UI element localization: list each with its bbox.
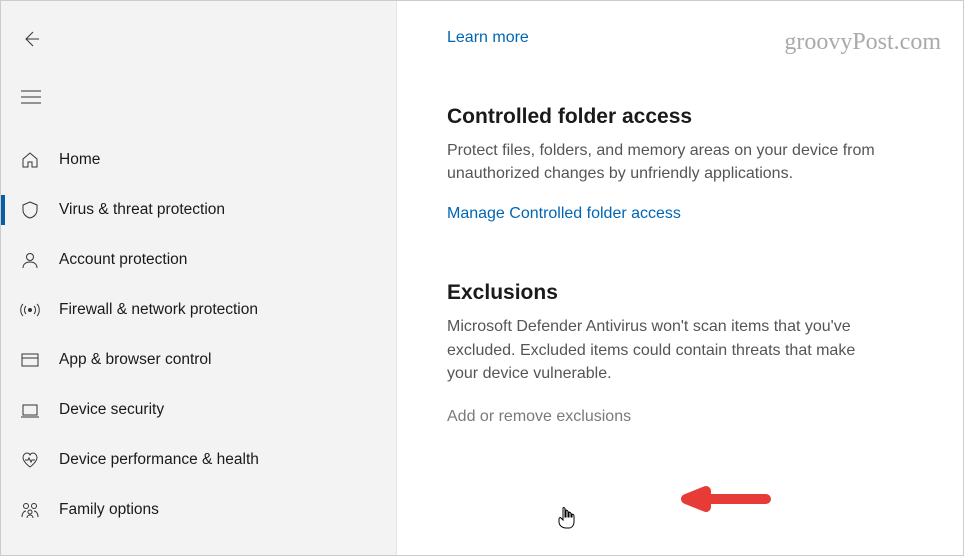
window-icon xyxy=(19,349,41,371)
nav-label: App & browser control xyxy=(59,351,212,369)
sidebar-item-firewall[interactable]: Firewall & network protection xyxy=(1,285,396,335)
sidebar: Home Virus & threat protection Account p… xyxy=(1,1,397,555)
section-heading: Exclusions xyxy=(447,281,913,305)
person-icon xyxy=(19,249,41,271)
sidebar-item-app-browser[interactable]: App & browser control xyxy=(1,335,396,385)
hamburger-menu-button[interactable] xyxy=(11,77,51,117)
section-description: Microsoft Defender Antivirus won't scan … xyxy=(447,315,887,385)
section-description: Protect files, folders, and memory areas… xyxy=(447,139,887,185)
nav-label: Firewall & network protection xyxy=(59,301,258,319)
learn-more-link[interactable]: Learn more xyxy=(447,29,529,47)
nav-list: Home Virus & threat protection Account p… xyxy=(1,135,396,535)
exclusions-section: Exclusions Microsoft Defender Antivirus … xyxy=(447,281,913,428)
nav-label: Account protection xyxy=(59,251,187,269)
nav-label: Home xyxy=(59,151,100,169)
family-icon xyxy=(19,499,41,521)
nav-label: Device security xyxy=(59,401,164,419)
controlled-folder-section: Controlled folder access Protect files, … xyxy=(447,105,913,223)
sidebar-item-home[interactable]: Home xyxy=(1,135,396,185)
sidebar-item-family[interactable]: Family options xyxy=(1,485,396,535)
antenna-icon xyxy=(19,299,41,321)
nav-label: Virus & threat protection xyxy=(59,201,225,219)
sidebar-item-account-protection[interactable]: Account protection xyxy=(1,235,396,285)
home-icon xyxy=(19,149,41,171)
nav-label: Family options xyxy=(59,501,159,519)
hamburger-icon xyxy=(21,90,41,104)
back-button[interactable] xyxy=(11,19,51,59)
sidebar-item-device-security[interactable]: Device security xyxy=(1,385,396,435)
manage-controlled-folder-link[interactable]: Manage Controlled folder access xyxy=(447,205,681,223)
sidebar-item-device-performance[interactable]: Device performance & health xyxy=(1,435,396,485)
shield-icon xyxy=(19,199,41,221)
sidebar-item-virus-threat[interactable]: Virus & threat protection xyxy=(1,185,396,235)
device-icon xyxy=(19,399,41,421)
nav-label: Device performance & health xyxy=(59,451,259,469)
section-heading: Controlled folder access xyxy=(447,105,913,129)
back-arrow-icon xyxy=(21,29,41,49)
main-content: Learn more Controlled folder access Prot… xyxy=(397,1,963,555)
heart-icon xyxy=(19,449,41,471)
add-remove-exclusions-link[interactable]: Add or remove exclusions xyxy=(447,405,631,428)
